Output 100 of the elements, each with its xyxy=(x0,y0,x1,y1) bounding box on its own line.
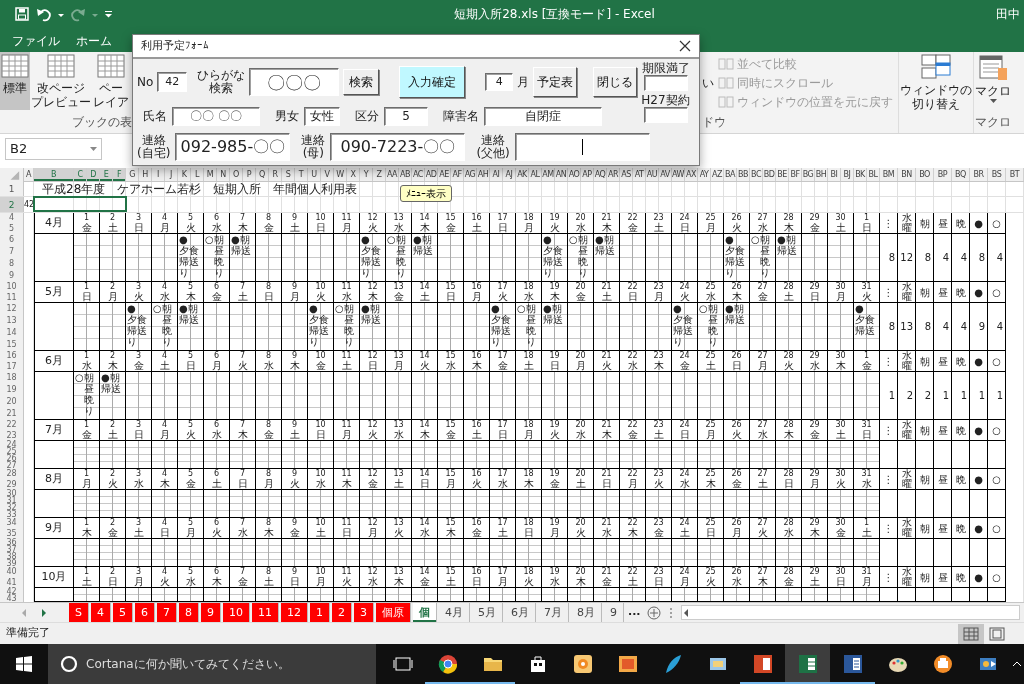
column-header[interactable]: AM xyxy=(542,168,555,181)
column-header[interactable]: Y xyxy=(360,168,373,181)
column-header[interactable]: BK xyxy=(854,168,867,181)
row-number[interactable]: 29 xyxy=(0,479,23,490)
sheet-tab[interactable]: 1 xyxy=(310,603,330,622)
row-number[interactable]: 24 xyxy=(0,441,23,448)
column-header[interactable]: AN xyxy=(555,168,568,181)
column-header[interactable]: AS xyxy=(620,168,633,181)
sheet-tab[interactable]: S xyxy=(69,603,89,622)
column-header[interactable]: AA xyxy=(386,168,399,181)
column-header[interactable]: AX xyxy=(685,168,698,181)
sheet-tab[interactable]: 7 xyxy=(157,603,177,622)
column-header[interactable]: BS xyxy=(988,168,1006,181)
column-header[interactable]: P xyxy=(243,168,256,181)
sheet-tab[interactable]: 9 xyxy=(201,603,221,622)
sheet-tab[interactable]: 10 xyxy=(223,603,250,622)
column-header[interactable]: AV xyxy=(659,168,672,181)
undo-icon[interactable] xyxy=(36,6,52,22)
column-header[interactable]: AF xyxy=(451,168,464,181)
column-header[interactable]: AG xyxy=(464,168,477,181)
column-header[interactable]: BC xyxy=(750,168,763,181)
ribbon-tab[interactable]: ファイル xyxy=(4,30,68,52)
more-tabs[interactable]: ... xyxy=(625,603,644,622)
column-header[interactable]: AJ xyxy=(503,168,516,181)
column-header[interactable]: BO xyxy=(916,168,934,181)
view-button[interactable]: 改ページ プレビュー xyxy=(30,52,92,110)
row-number[interactable]: 34 xyxy=(0,518,23,529)
row-number[interactable]: 16 xyxy=(0,351,23,362)
sheet-tab[interactable]: 2 xyxy=(332,603,352,622)
row-number[interactable]: 40 xyxy=(0,567,23,578)
sheet-tab[interactable]: 個原 xyxy=(376,603,411,622)
close-button[interactable]: 閉じる xyxy=(593,67,638,97)
column-header[interactable]: BM xyxy=(880,168,898,181)
column-header[interactable]: X xyxy=(347,168,360,181)
column-header[interactable]: AO xyxy=(568,168,581,181)
sheet-tab[interactable]: 3 xyxy=(354,603,374,622)
input-field[interactable]: 5 xyxy=(384,106,428,126)
column-header[interactable]: BB xyxy=(737,168,750,181)
column-header[interactable]: AK xyxy=(516,168,529,181)
column-header[interactable]: BD xyxy=(763,168,776,181)
column-header[interactable]: AP xyxy=(581,168,594,181)
chevron-up-icon[interactable] xyxy=(1012,661,1022,667)
search-field[interactable]: Cortanaに何か聞いてみてください。 xyxy=(48,644,376,684)
row-number[interactable]: 2 xyxy=(0,197,24,212)
column-header[interactable]: D xyxy=(87,168,100,181)
input-field[interactable]: 自閉症 xyxy=(484,106,602,126)
column-header[interactable]: BG xyxy=(802,168,815,181)
row-number[interactable]: 14 xyxy=(0,327,23,339)
column-header[interactable]: AL xyxy=(529,168,542,181)
row-number[interactable]: 35 xyxy=(0,528,23,539)
column-header[interactable]: C xyxy=(74,168,87,181)
row-number[interactable]: 17 xyxy=(0,361,23,372)
row-number[interactable]: 8 xyxy=(0,258,23,270)
save-icon[interactable] xyxy=(14,6,30,22)
row-number[interactable]: 31 xyxy=(0,497,23,504)
row-number[interactable]: 38 xyxy=(0,553,23,560)
row-number[interactable]: 5 xyxy=(0,223,23,234)
column-header[interactable]: J xyxy=(165,168,178,181)
column-header[interactable]: N xyxy=(217,168,230,181)
row-number[interactable]: 41 xyxy=(0,577,23,588)
column-header[interactable]: L xyxy=(191,168,204,181)
row-number[interactable]: 30 xyxy=(0,490,23,497)
taskbar-app[interactable] xyxy=(785,644,830,684)
sheet-tab[interactable]: 4 xyxy=(91,603,111,622)
column-header[interactable]: O xyxy=(230,168,243,181)
row-number[interactable]: 6 xyxy=(0,234,23,246)
sheet-tab[interactable]: 12 xyxy=(281,603,308,622)
column-header[interactable]: AC xyxy=(412,168,425,181)
row-number[interactable]: 27 xyxy=(0,462,23,469)
add-sheet-icon[interactable] xyxy=(646,605,661,620)
row-number[interactable]: 23 xyxy=(0,430,23,441)
row-number[interactable]: 43 xyxy=(0,595,23,602)
column-header[interactable]: R xyxy=(269,168,282,181)
row-number[interactable]: 10 xyxy=(0,282,23,293)
sheet-tab[interactable]: 6 xyxy=(135,603,155,622)
column-header[interactable]: BI xyxy=(828,168,841,181)
row-number[interactable]: 11 xyxy=(0,292,23,303)
column-header[interactable]: V xyxy=(321,168,334,181)
column-header[interactable]: K xyxy=(178,168,191,181)
sheet-tab[interactable]: 個 xyxy=(413,603,437,622)
column-header[interactable]: AE xyxy=(438,168,451,181)
column-header[interactable]: F xyxy=(113,168,126,181)
row-number[interactable]: 28 xyxy=(0,469,23,480)
row-number[interactable]: 33 xyxy=(0,511,23,518)
column-header[interactable]: Z xyxy=(373,168,386,181)
column-header[interactable]: AQ xyxy=(594,168,607,181)
row-number[interactable]: 37 xyxy=(0,546,23,553)
name-box[interactable]: B2 xyxy=(5,138,102,160)
row-number[interactable]: 13 xyxy=(0,315,23,327)
column-header[interactable]: W xyxy=(334,168,347,181)
input-field[interactable] xyxy=(514,133,650,161)
column-header[interactable]: BJ xyxy=(841,168,854,181)
sheet-tab[interactable]: 11 xyxy=(252,603,279,622)
search-button[interactable]: 検索 xyxy=(343,69,380,95)
close-icon[interactable] xyxy=(679,40,691,52)
column-header[interactable]: AI xyxy=(490,168,503,181)
column-header[interactable]: BE xyxy=(776,168,789,181)
sheet-tab[interactable]: 8 xyxy=(179,603,199,622)
row-number[interactable]: 4 xyxy=(0,213,23,224)
input-field[interactable]: 〇〇 〇〇 xyxy=(172,106,260,126)
